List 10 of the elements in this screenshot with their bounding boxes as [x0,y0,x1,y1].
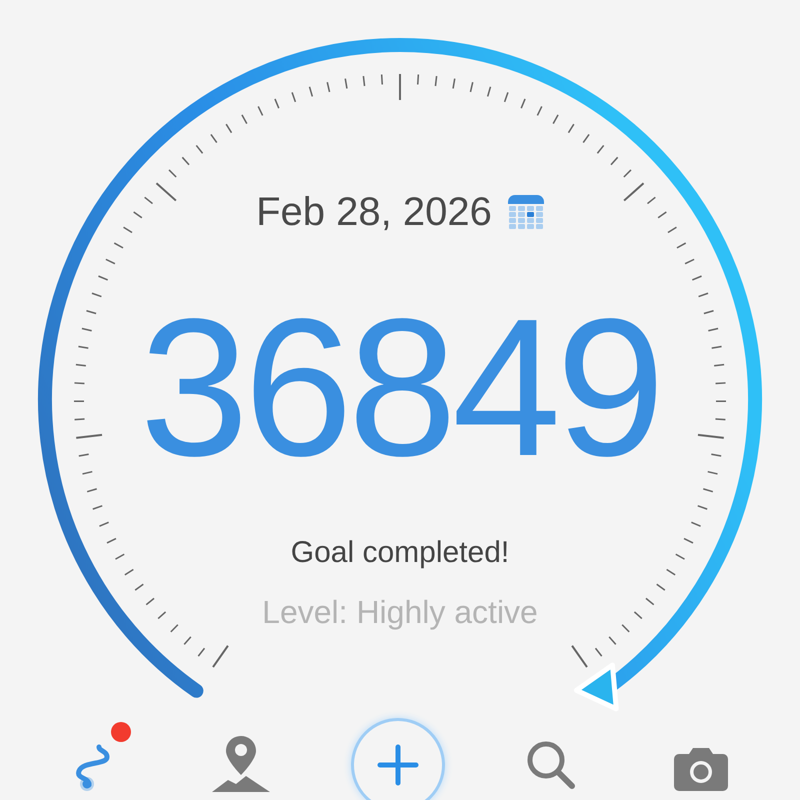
activity-level: Level: Highly active [262,596,538,628]
goal-message: Goal completed! [290,538,510,568]
date-label: Feb 28, 2026 [256,192,492,232]
step-count: 36849 [140,290,660,486]
map-pin-icon [210,734,272,792]
camera-icon [672,746,729,792]
pointer-icon [574,662,619,712]
add-button[interactable] [350,718,445,800]
calendar-icon [508,194,544,230]
plus-icon [376,743,420,787]
